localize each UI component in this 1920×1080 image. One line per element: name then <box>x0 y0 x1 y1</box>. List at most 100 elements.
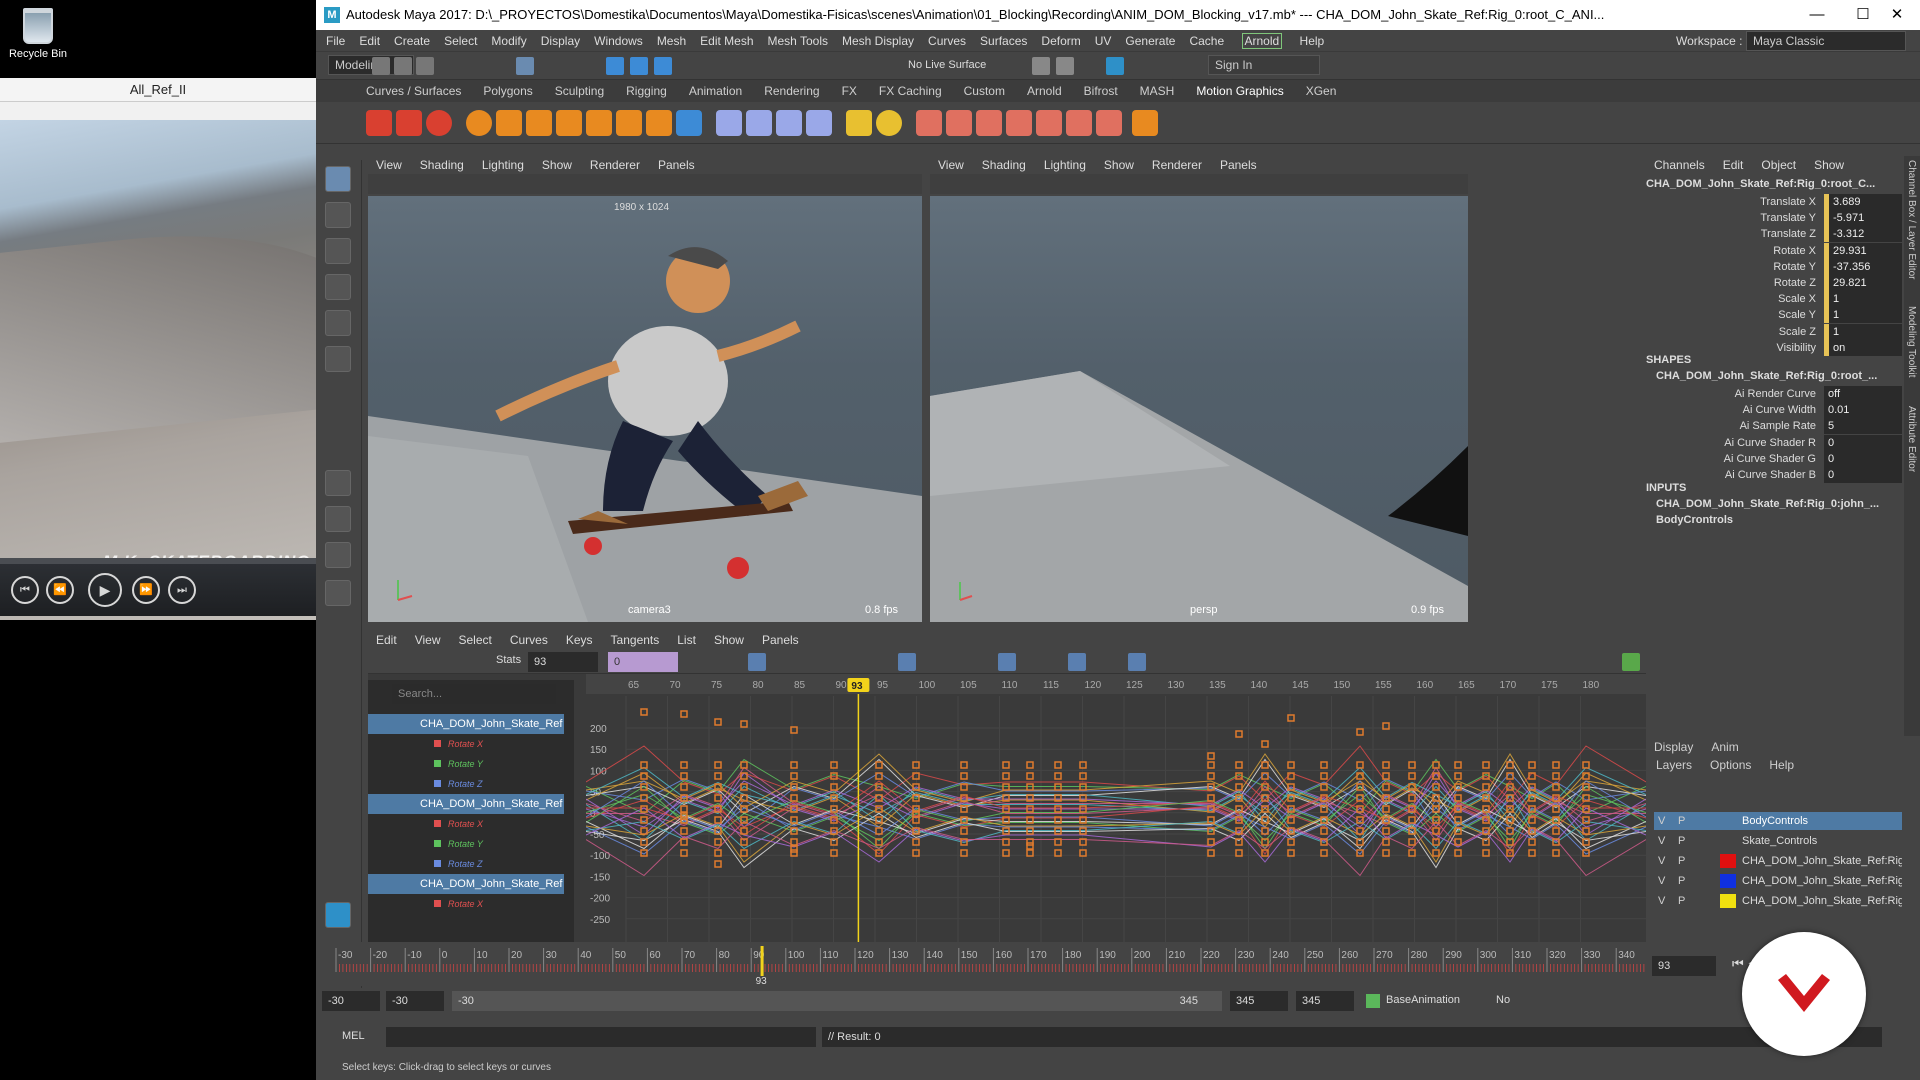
shelf-tab[interactable]: Rendering <box>764 84 819 98</box>
lasso-tool-icon[interactable] <box>325 202 351 228</box>
new-scene-icon[interactable] <box>372 57 390 75</box>
anim-end-field[interactable]: 345 <box>1296 991 1354 1011</box>
graph-editor-menu-item[interactable]: List <box>677 633 696 647</box>
channel-row[interactable]: Translate X 3.689 <box>1646 194 1904 210</box>
shelf-tab[interactable]: FX <box>842 84 857 98</box>
command-input[interactable] <box>386 1027 816 1047</box>
snap-grid-icon[interactable] <box>606 57 624 75</box>
channel-row[interactable]: Rotate Z 29.821 <box>1646 275 1904 291</box>
channel-value[interactable]: 29.821 <box>1824 275 1902 291</box>
channel-row[interactable]: Ai Curve Shader B 0 <box>1646 467 1904 483</box>
channel-row[interactable]: Ai Curve Width 0.01 <box>1646 402 1904 419</box>
graph-editor-graph[interactable]: 65 70 75 80 85 90 95 100 105 110 115 120 125 130 135 14… <box>586 674 1646 942</box>
live-surface-label[interactable]: No Live Surface <box>908 59 986 71</box>
outliner-channel[interactable]: Rotate Y <box>368 834 564 854</box>
channel-value[interactable]: 0 <box>1824 467 1902 483</box>
channel-row[interactable]: Translate Z -3.312 <box>1646 226 1904 243</box>
play-icon[interactable]: ▶ <box>88 573 122 607</box>
channel-value[interactable]: 0.01 <box>1824 402 1902 419</box>
graph-editor-menu-item[interactable]: View <box>415 633 441 647</box>
physics-network-icon[interactable] <box>946 110 972 136</box>
channel-value[interactable]: off <box>1824 386 1902 402</box>
snap-point-icon[interactable] <box>654 57 672 75</box>
layer-visibility-toggle[interactable]: V <box>1658 812 1665 830</box>
layer-visibility-toggle[interactable]: V <box>1658 852 1665 870</box>
snap-curve-icon[interactable] <box>630 57 648 75</box>
channel-value[interactable]: -3.312 <box>1824 226 1902 243</box>
main-menu-item[interactable]: Modify <box>491 34 526 48</box>
select-tool-icon[interactable] <box>325 166 351 192</box>
mash-network-icon[interactable] <box>556 110 582 136</box>
video-player-window[interactable]: All_Ref_II M.K. SKATEBOARDING CO ⏮ ⏪ ▶ ⏩… <box>0 78 316 620</box>
shelf-tab[interactable]: Motion Graphics <box>1196 84 1283 98</box>
panel-menu-item[interactable]: View <box>376 158 402 172</box>
outliner-node[interactable]: CHA_DOM_John_Skate_Ref <box>368 794 564 814</box>
shelf-tab[interactable]: Polygons <box>483 84 532 98</box>
layer-color-swatch[interactable] <box>1720 894 1736 908</box>
viewport-camera3[interactable]: 1980 x 1024 camera3 0.8 fps <box>368 196 922 622</box>
layer-row[interactable]: V P CHA_DOM_John_Skate_Ref:Rig <box>1654 872 1902 890</box>
orbit-icon[interactable] <box>776 110 802 136</box>
light-icon[interactable] <box>876 110 902 136</box>
layer-row[interactable]: V P CHA_DOM_John_Skate_Ref:Rig <box>1654 852 1902 870</box>
shelf-tab[interactable]: Curves / Surfaces <box>366 84 461 98</box>
layer-editor-menu-item[interactable]: Options <box>1710 758 1751 772</box>
layer-visibility-toggle[interactable]: V <box>1658 872 1665 890</box>
input-node[interactable]: BodyCrontrols <box>1656 514 1733 526</box>
scale-tool-icon[interactable] <box>325 346 351 372</box>
panel-menu-item[interactable]: Renderer <box>590 158 640 172</box>
sign-in-button[interactable]: Sign In <box>1208 55 1320 75</box>
layer-visibility-toggle[interactable]: V <box>1658 892 1665 910</box>
main-menu-item[interactable]: Mesh Display <box>842 34 914 48</box>
sphere-icon[interactable] <box>426 110 452 136</box>
input-node[interactable]: CHA_DOM_John_Skate_Ref:Rig_0:john_... <box>1656 498 1879 510</box>
playback-end-field[interactable]: 345 <box>1230 991 1288 1011</box>
channel-row[interactable]: Rotate X 29.931 <box>1646 242 1904 259</box>
layer-playback-toggle[interactable]: P <box>1678 872 1685 890</box>
channel-value[interactable]: 1 <box>1824 323 1902 340</box>
anim-start-field[interactable]: -30 <box>322 991 380 1011</box>
channel-box-menu-item[interactable]: Channels <box>1654 158 1705 172</box>
layer-row[interactable]: V P BodyControls <box>1654 812 1902 830</box>
channel-box-menu-item[interactable]: Show <box>1814 158 1844 172</box>
previous-icon[interactable]: ⏮ <box>11 576 39 604</box>
panel-menu-item[interactable]: View <box>938 158 964 172</box>
graph-editor-menu-item[interactable]: Tangents <box>611 633 660 647</box>
layer-color-swatch[interactable] <box>1720 874 1736 888</box>
arnold-render-icon[interactable] <box>1106 57 1124 75</box>
field-icon[interactable] <box>746 110 772 136</box>
outliner-node[interactable]: CHA_DOM_John_Skate_Ref <box>368 874 564 894</box>
panel-menu-item[interactable]: Renderer <box>1152 158 1202 172</box>
ipr-render-icon[interactable] <box>1056 57 1074 75</box>
main-menu-item[interactable]: Mesh Tools <box>768 34 828 48</box>
save-scene-icon[interactable] <box>416 57 434 75</box>
channel-value[interactable]: 0 <box>1824 434 1902 451</box>
svg-tool-icon[interactable] <box>526 110 552 136</box>
outliner-channel[interactable]: Rotate X <box>368 814 564 834</box>
physics-burst-icon[interactable] <box>1036 110 1062 136</box>
channel-row[interactable]: Scale Y 1 <box>1646 307 1904 324</box>
channel-value[interactable]: on <box>1824 339 1902 356</box>
main-menu-item[interactable]: Windows <box>594 34 643 48</box>
open-scene-icon[interactable] <box>394 57 412 75</box>
layer-row[interactable]: V P CHA_DOM_John_Skate_Ref:Rig <box>1654 892 1902 910</box>
channel-value[interactable]: -5.971 <box>1824 210 1902 227</box>
main-menu-item[interactable]: Edit Mesh <box>700 34 753 48</box>
panel-menu-item[interactable]: Show <box>542 158 572 172</box>
mash-curve-icon[interactable] <box>676 110 702 136</box>
panel-menu-item[interactable]: Shading <box>982 158 1026 172</box>
next-icon[interactable]: ⏭ <box>168 576 196 604</box>
time-slider[interactable]: -30 -20 -10 0 10 20 30 40 50 60 70 80 90 100 110 120 130… <box>316 942 1920 987</box>
graph-editor-menu-item[interactable]: Show <box>714 633 744 647</box>
normalize-icon[interactable] <box>1128 653 1146 671</box>
four-view-icon[interactable] <box>325 506 351 532</box>
outliner-channel[interactable]: Rotate Z <box>368 774 564 794</box>
main-menu-item[interactable]: Curves <box>928 34 966 48</box>
physics-cube-icon[interactable] <box>916 110 942 136</box>
outliner-node[interactable]: CHA_DOM_John_Skate_Ref <box>368 714 564 734</box>
main-menu-item[interactable]: Mesh <box>657 34 686 48</box>
physics-points-icon[interactable] <box>1006 110 1032 136</box>
graph-editor-menu-item[interactable]: Select <box>458 633 491 647</box>
text-tool-icon[interactable] <box>396 110 422 136</box>
layer-playback-toggle[interactable]: P <box>1678 892 1685 910</box>
